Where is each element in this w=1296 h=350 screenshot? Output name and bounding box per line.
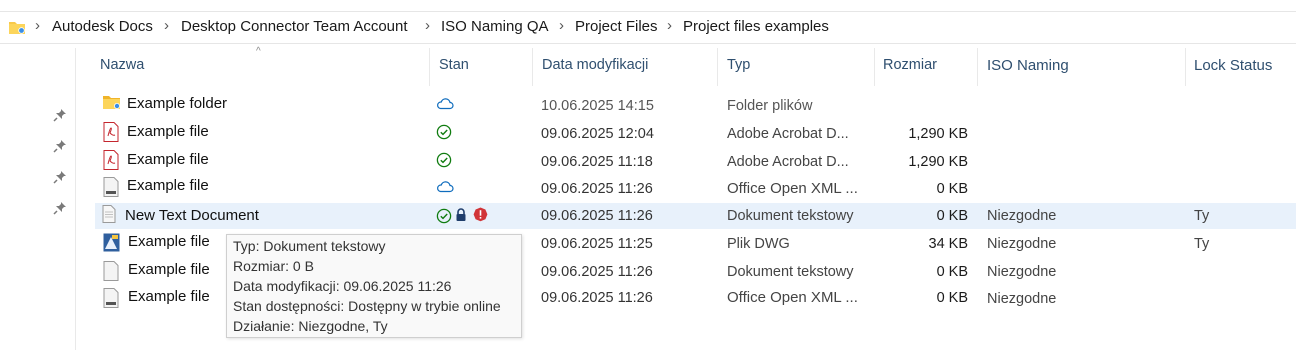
pin-icon xyxy=(53,201,67,220)
breadcrumb-item-project-files-examples[interactable]: Project files examples xyxy=(683,18,829,35)
breadcrumb-item-team-account[interactable]: Desktop Connector Team Account xyxy=(181,18,408,35)
txt-icon xyxy=(103,261,119,286)
column-resize-handle[interactable] xyxy=(874,48,875,86)
column-resize-handle[interactable] xyxy=(1185,48,1186,86)
cloud-icon xyxy=(436,97,454,115)
date-modified: 09.06.2025 11:26 xyxy=(541,264,653,280)
iso-naming-status: Niezgodne xyxy=(987,291,1057,307)
file-size: 0 KB xyxy=(936,208,968,224)
tooltip-size: Rozmiar: 0 B xyxy=(233,258,314,274)
column-header-status[interactable]: Stan xyxy=(439,57,469,73)
list-item[interactable]: Example file 09.06.2025 12:04 Adobe Acro… xyxy=(95,120,1296,146)
file-name: Example file xyxy=(127,151,209,168)
column-header-name[interactable]: Nazwa xyxy=(100,57,144,73)
check-icon xyxy=(436,208,452,229)
docx-icon xyxy=(103,177,119,202)
file-type: Office Open XML ... xyxy=(727,289,858,306)
file-size: 1,290 KB xyxy=(908,126,968,142)
pdf-icon xyxy=(103,122,119,147)
lock-status: Ty xyxy=(1194,208,1210,224)
chevron-right-icon: › xyxy=(35,17,40,34)
tooltip-modified: Data modyfikacji: 09.06.2025 11:26 xyxy=(233,278,452,294)
tooltip-action: Działanie: Niezgodne, Ty xyxy=(233,318,388,334)
file-size: 1,290 KB xyxy=(908,154,968,170)
column-resize-handle[interactable] xyxy=(977,48,978,86)
date-modified: 09.06.2025 11:26 xyxy=(541,181,653,197)
column-resize-handle[interactable] xyxy=(429,48,430,86)
date-modified: 09.06.2025 11:18 xyxy=(541,154,653,170)
pin-icon xyxy=(53,139,67,158)
column-header-lock-status[interactable]: Lock Status xyxy=(1194,57,1272,74)
file-type: Plik DWG xyxy=(727,236,790,252)
breadcrumb-item-iso-naming-qa[interactable]: ISO Naming QA xyxy=(441,18,549,35)
check-icon xyxy=(436,124,452,145)
pdf-icon xyxy=(103,150,119,175)
file-name: New Text Document xyxy=(125,207,259,224)
file-type: Folder plików xyxy=(727,98,813,114)
file-name: Example file xyxy=(127,123,209,140)
iso-naming-status: Niezgodne xyxy=(987,236,1057,252)
iso-naming-status: Niezgodne xyxy=(987,264,1057,280)
file-name: Example file xyxy=(128,261,210,278)
navigation-pane-divider[interactable] xyxy=(75,48,76,350)
chevron-right-icon: › xyxy=(667,17,672,34)
tooltip-type: Typ: Dokument tekstowy xyxy=(233,238,386,254)
file-name: Example file xyxy=(128,288,210,305)
list-item-selected[interactable]: New Text Document 09.06.2025 11:26 Dokum… xyxy=(95,203,1296,229)
chevron-right-icon: › xyxy=(559,17,564,34)
date-modified: 09.06.2025 12:04 xyxy=(541,126,654,142)
warning-icon xyxy=(473,207,488,227)
date-modified: 09.06.2025 11:25 xyxy=(541,236,653,252)
chevron-right-icon: › xyxy=(425,17,430,34)
txt-icon xyxy=(102,205,116,228)
date-modified: 09.06.2025 11:26 xyxy=(541,208,653,224)
docx-icon xyxy=(103,288,119,313)
column-header-size[interactable]: Rozmiar xyxy=(883,57,937,73)
list-item[interactable]: Example file 09.06.2025 11:18 Adobe Acro… xyxy=(95,148,1296,174)
pin-icon xyxy=(53,108,67,127)
list-item[interactable]: Example file 09.06.2025 11:26 Office Ope… xyxy=(95,175,1296,201)
cloud-icon xyxy=(436,180,454,198)
pin-icon xyxy=(53,170,67,189)
file-size: 34 KB xyxy=(928,236,969,252)
date-modified: 09.06.2025 11:26 xyxy=(541,290,653,306)
file-type: Office Open XML ... xyxy=(727,180,858,197)
sort-ascending-icon: ^ xyxy=(256,46,261,57)
breadcrumb-item-autodesk-docs[interactable]: Autodesk Docs xyxy=(52,18,153,35)
lock-icon xyxy=(455,208,467,227)
chevron-right-icon: › xyxy=(164,17,169,34)
iso-naming-status: Niezgodne xyxy=(987,208,1057,224)
folder-icon xyxy=(103,94,121,115)
file-name: Example file xyxy=(128,233,210,250)
folder-icon xyxy=(8,19,26,40)
check-icon xyxy=(436,152,452,173)
file-size: 0 KB xyxy=(936,181,968,197)
column-resize-handle[interactable] xyxy=(532,48,533,86)
list-item[interactable]: Example folder 10.06.2025 14:15 Folder p… xyxy=(95,92,1296,118)
column-header-type[interactable]: Typ xyxy=(727,57,750,73)
file-name: Example file xyxy=(127,177,209,194)
lock-status: Ty xyxy=(1194,236,1210,252)
tooltip-availability: Stan dostępności: Dostępny w trybie onli… xyxy=(233,298,501,314)
column-header-iso-naming[interactable]: ISO Naming xyxy=(987,57,1069,74)
file-type: Dokument tekstowy xyxy=(727,208,854,224)
file-size: 0 KB xyxy=(936,264,968,280)
breadcrumb-item-project-files[interactable]: Project Files xyxy=(575,18,658,35)
file-type: Adobe Acrobat D... xyxy=(727,126,849,142)
dwg-icon xyxy=(103,233,121,258)
file-type: Dokument tekstowy xyxy=(727,264,854,280)
address-bar[interactable]: › Autodesk Docs › Desktop Connector Team… xyxy=(0,11,1296,44)
file-size: 0 KB xyxy=(936,290,968,306)
column-resize-handle[interactable] xyxy=(717,48,718,86)
file-info-tooltip: Typ: Dokument tekstowy Rozmiar: 0 B Data… xyxy=(226,234,522,338)
column-header-modified[interactable]: Data modyfikacji xyxy=(542,57,648,73)
date-modified: 10.06.2025 14:15 xyxy=(541,98,654,114)
file-name: Example folder xyxy=(127,95,228,112)
file-type: Adobe Acrobat D... xyxy=(727,154,849,170)
